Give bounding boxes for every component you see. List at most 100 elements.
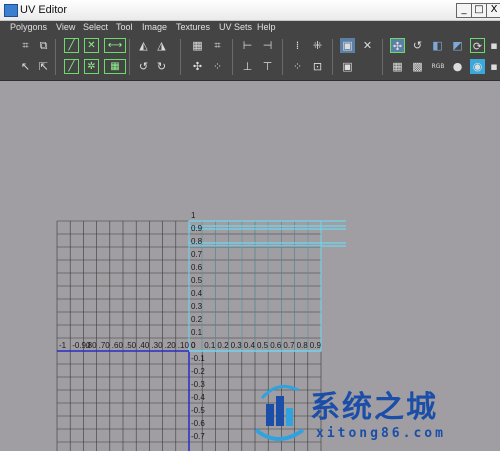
v-tick-label: -0.1	[191, 354, 205, 363]
snapshot-icon[interactable]: ⧉	[36, 38, 51, 53]
menu-view[interactable]: View	[56, 22, 75, 32]
move-sew-icon[interactable]: ⟷	[104, 38, 126, 53]
layout-icon[interactable]: ▦	[104, 59, 126, 74]
unfold-icon[interactable]: ✲	[84, 59, 99, 74]
u-tick-label: 0.3	[230, 341, 242, 350]
u-tick-label: -1	[59, 341, 67, 350]
v-tick-label: -0.3	[191, 380, 205, 389]
u-tick-label: .20	[164, 341, 176, 350]
checker-icon[interactable]: ▦	[390, 59, 405, 74]
title-bar[interactable]: UV Editor _ □ X	[0, 0, 500, 21]
distribute-icon[interactable]: ⁘	[210, 59, 225, 74]
menu-tool[interactable]: Tool	[116, 22, 133, 32]
straighten-icon[interactable]: ✣	[190, 59, 205, 74]
toolbar-separator	[180, 39, 181, 75]
rgb-channel-icon[interactable]: RGB	[428, 59, 448, 74]
cut-edge-icon[interactable]: ╱	[64, 38, 79, 53]
sew-edge-icon[interactable]: ✕	[84, 38, 99, 53]
u-tick-label: .50	[125, 341, 137, 350]
v-tick-label: -0.4	[191, 393, 205, 402]
v-tick-label: 0.8	[191, 237, 203, 246]
v-tick-label: -0.6	[191, 419, 205, 428]
menu-polygons[interactable]: Polygons	[10, 22, 47, 32]
u-tick-label: 0.1	[204, 341, 216, 350]
v-tick-label: 0	[191, 341, 196, 350]
refresh-icon[interactable]: ⟳	[470, 38, 485, 53]
shade-uv-icon[interactable]: ▣	[340, 59, 355, 74]
sphere-icon[interactable]: ●	[450, 59, 465, 74]
toolbar-separator	[282, 39, 283, 75]
settings-icon[interactable]: ▪	[488, 38, 500, 53]
iso-select-icon[interactable]: ⁘	[290, 59, 305, 74]
watermark-name: 系统之城	[310, 390, 438, 425]
toolbar-separator	[129, 39, 130, 75]
snap-pixel-icon[interactable]: ⁜	[310, 38, 325, 53]
sphere-icon[interactable]: ◩	[450, 38, 465, 53]
snap-icon[interactable]: ⊥	[240, 59, 255, 74]
snap-grid-icon[interactable]: ⁞	[290, 38, 305, 53]
toolbar: ⌗ ⧉ ↖ ⇱ ╱ ✕ ⟷ ╱ ✲ ▦ ◭ ◮ ↺ ↻ ▦ ⌗ ✣ ⁘ ⊢ ⊣ …	[0, 35, 500, 81]
u-tick-label: 0.5	[257, 341, 269, 350]
toolbar-separator	[332, 39, 333, 75]
v-tick-label: 0.2	[191, 315, 203, 324]
align-u-icon[interactable]: ⊢	[240, 38, 255, 53]
u-tick-label: .60	[111, 341, 123, 350]
uv-distortion-icon[interactable]: ▩	[410, 59, 425, 74]
menu-image[interactable]: Image	[142, 22, 167, 32]
v-tick-label: -0.7	[191, 432, 205, 441]
align-v-icon[interactable]: ⊣	[260, 38, 275, 53]
menu-help[interactable]: Help	[257, 22, 276, 32]
v-tick-label: -0.5	[191, 406, 205, 415]
app-icon	[4, 4, 18, 17]
grid-icon[interactable]: ⌗	[18, 38, 33, 53]
u-tick-label: 0.9	[309, 341, 321, 350]
u-tick-label: 0.8	[296, 341, 308, 350]
toolbar-separator	[382, 39, 383, 75]
align-icon[interactable]: ⌗	[210, 38, 225, 53]
refresh-icon[interactable]: ◉	[470, 59, 485, 74]
grid-uv-icon[interactable]: ▦	[190, 38, 205, 53]
u-tick-label: .80	[85, 341, 97, 350]
u-tick-label: .30	[151, 341, 163, 350]
uv-distortion-icon[interactable]: ↺	[410, 38, 425, 53]
v-tick-label: 0.6	[191, 263, 203, 272]
menu-select[interactable]: Select	[83, 22, 108, 32]
flip-v-icon[interactable]: ◮	[154, 38, 169, 53]
menu-textures[interactable]: Textures	[176, 22, 210, 32]
rotate-cw-icon[interactable]: ↻	[154, 59, 169, 74]
dim-image-icon[interactable]: ✣	[390, 38, 405, 53]
close-button[interactable]: X	[486, 3, 500, 18]
pin-icon[interactable]: ⇱	[36, 59, 51, 74]
v-tick-label: 1	[191, 211, 196, 220]
checker-icon[interactable]: ◧	[430, 38, 445, 53]
minimize-button[interactable]: _	[456, 3, 472, 18]
v-tick-label: 0.3	[191, 302, 203, 311]
u-tick-label: .40	[138, 341, 150, 350]
iso-add-icon[interactable]: ⊡	[310, 59, 325, 74]
u-tick-label: .70	[98, 341, 110, 350]
maximize-button[interactable]: □	[471, 3, 487, 18]
toolbar-separator	[55, 39, 56, 75]
menu-uv-sets[interactable]: UV Sets	[219, 22, 252, 32]
image-ratio-icon[interactable]: ✕	[360, 38, 375, 53]
u-tick-label: 0.7	[283, 341, 295, 350]
v-tick-label: 0.9	[191, 224, 203, 233]
transform-icon[interactable]: ⊤	[260, 59, 275, 74]
flip-u-icon[interactable]: ◭	[136, 38, 151, 53]
v-tick-label: -0.2	[191, 367, 205, 376]
split-icon[interactable]: ╱	[64, 59, 79, 74]
logo-emblem-icon	[254, 384, 305, 441]
u-tick-label: 0.2	[217, 341, 229, 350]
v-tick-label: 0.4	[191, 289, 203, 298]
rotate-ccw-icon[interactable]: ↺	[136, 59, 151, 74]
watermark-logo: 系统之城 xitong86.com	[248, 378, 500, 451]
toolbar-separator	[232, 39, 233, 75]
settings-icon[interactable]: ▪	[488, 59, 500, 74]
u-tick-label: .10	[177, 341, 189, 350]
u-tick-label: 0.6	[270, 341, 282, 350]
display-image-icon[interactable]: ▣	[340, 38, 355, 53]
v-tick-label: 0.5	[191, 276, 203, 285]
select-arrow-icon[interactable]: ↖	[18, 59, 33, 74]
v-tick-label: 0.1	[191, 328, 203, 337]
uv-editor-window: UV Editor _ □ X Polygons View Select Too…	[0, 0, 500, 451]
